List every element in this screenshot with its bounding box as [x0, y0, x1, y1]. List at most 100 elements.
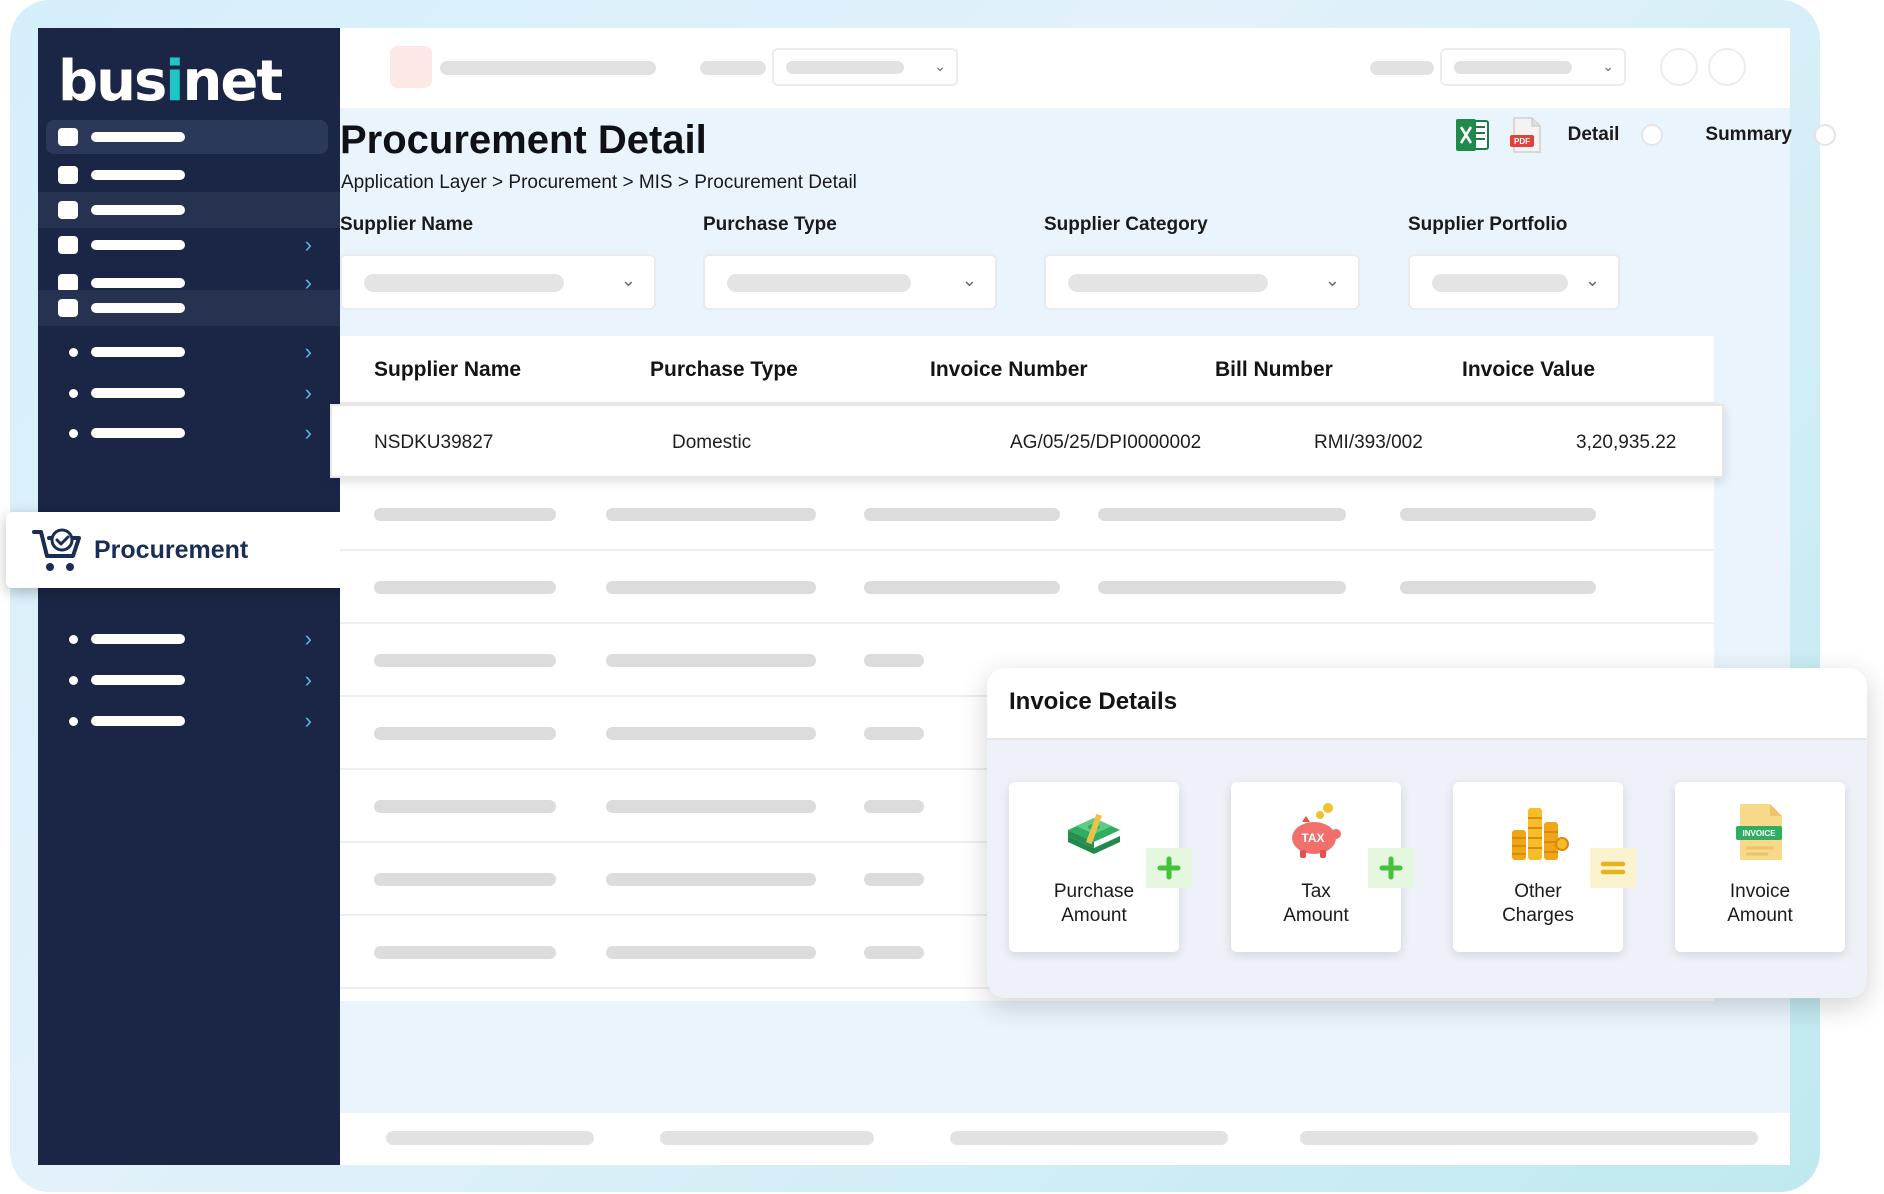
bottom-bar	[340, 1113, 1790, 1165]
cell-placeholder	[1098, 508, 1346, 521]
summary-radio[interactable]	[1814, 124, 1836, 146]
summary-label: Summary	[1705, 124, 1792, 145]
cell-placeholder	[374, 581, 556, 594]
top-dropdown[interactable]: ⌄	[1440, 48, 1626, 86]
label-placeholder	[700, 61, 766, 75]
cell-placeholder	[864, 873, 924, 886]
chevron-down-icon: ⌄	[961, 270, 977, 290]
invoice-details-panel: Invoice Details Purchase Amount TAX Tax …	[987, 668, 1867, 998]
supplier-name-select[interactable]: ⌄	[340, 254, 656, 310]
filter-label-supplier-portfolio: Supplier Portfolio	[1408, 214, 1568, 235]
cell-placeholder	[374, 727, 556, 740]
cell-placeholder	[374, 873, 556, 886]
cell-placeholder	[1400, 508, 1596, 521]
chevron-down-icon: ⌄	[620, 270, 636, 290]
sidebar-subitem[interactable]: ›	[46, 663, 328, 697]
filter-label-supplier-category: Supplier Category	[1044, 214, 1208, 235]
chevron-right-icon: ›	[304, 667, 312, 692]
column-header-purchase-type[interactable]: Purchase Type	[650, 358, 798, 382]
sidebar-subitem[interactable]: ›	[46, 622, 328, 656]
sidebar-item-label-placeholder	[91, 303, 185, 313]
sidebar-subitem[interactable]: ›	[46, 416, 328, 450]
tax-icon-text: TAX	[1301, 831, 1324, 845]
sidebar-item[interactable]: ›	[46, 228, 328, 262]
dropdown-value-placeholder	[786, 61, 904, 74]
column-header-invoice-number[interactable]: Invoice Number	[930, 358, 1088, 382]
cell-placeholder	[864, 946, 924, 959]
filter-label-supplier-name: Supplier Name	[340, 214, 474, 235]
sidebar-item[interactable]	[38, 192, 340, 228]
sidebar-subitem[interactable]: ›	[46, 335, 328, 369]
chevron-right-icon: ›	[304, 339, 312, 364]
select-value-placeholder	[1068, 274, 1268, 292]
sidebar-item-label-placeholder	[91, 170, 185, 180]
select-value-placeholder	[364, 274, 564, 292]
column-header-bill-number[interactable]: Bill Number	[1215, 358, 1333, 382]
sidebar-subitem[interactable]: ›	[46, 704, 328, 738]
sidebar: businet › › › › › › › ›	[38, 28, 340, 1165]
cell-placeholder	[864, 508, 1060, 521]
select-value-placeholder	[1432, 274, 1568, 292]
detail-radio[interactable]	[1641, 124, 1664, 146]
cell-purchase-type: Domestic	[672, 432, 752, 453]
bullet-icon	[69, 347, 78, 357]
businet-logo[interactable]: businet	[58, 46, 283, 116]
table-row[interactable]: NSDKU39827 Domestic AG/05/25/DPI0000002 …	[330, 404, 1724, 478]
column-header-supplier-name[interactable]: Supplier Name	[374, 358, 521, 382]
invoice-icon-text: INVOICE	[1743, 829, 1777, 838]
chevron-down-icon: ⌄	[1324, 270, 1340, 290]
breadcrumb[interactable]: Application Layer > Procurement > MIS > …	[341, 172, 857, 194]
sidebar-item-label-placeholder	[91, 278, 185, 288]
cell-placeholder	[374, 800, 556, 813]
footer-placeholder	[950, 1131, 1228, 1145]
cell-placeholder	[606, 581, 816, 594]
label-line: Charges	[1502, 905, 1574, 926]
sidebar-item-label-placeholder	[91, 347, 185, 357]
top-bar: ⌄ ⌄	[340, 28, 1790, 108]
cell-invoice-number: AG/05/25/DPI0000002	[1010, 432, 1202, 453]
shopping-cart-icon	[32, 528, 81, 571]
purchase-type-select[interactable]: ⌄	[703, 254, 997, 310]
dropdown-value-placeholder	[1454, 61, 1572, 74]
cell-placeholder	[374, 946, 556, 959]
sidebar-item-procurement[interactable]: Procurement	[6, 512, 352, 588]
detail-label: Detail	[1567, 124, 1620, 145]
sidebar-item[interactable]	[46, 158, 328, 192]
plus-icon	[1379, 856, 1403, 880]
plus-operator	[1146, 848, 1192, 888]
top-dropdown[interactable]: ⌄	[772, 48, 958, 86]
sidebar-subitem[interactable]: ›	[46, 376, 328, 410]
cell-placeholder	[864, 727, 924, 740]
chevron-down-icon: ⌄	[934, 58, 946, 74]
bullet-icon	[69, 634, 78, 644]
sidebar-item[interactable]	[38, 290, 340, 326]
title-placeholder	[440, 61, 656, 75]
chevron-down-icon: ⌄	[1602, 58, 1614, 74]
filter-label-purchase-type: Purchase Type	[703, 214, 837, 235]
cell-placeholder	[606, 654, 816, 667]
sidebar-item-label-placeholder	[91, 240, 185, 250]
cell-placeholder	[864, 581, 1060, 594]
invoice-document-icon: INVOICE	[1736, 804, 1782, 860]
pdf-icon[interactable]: PDF	[1508, 116, 1544, 154]
sidebar-item-label-placeholder	[91, 716, 185, 726]
notification-button[interactable]	[1660, 48, 1698, 86]
view-options: PDF Detail Summary	[1454, 116, 1836, 154]
plus-icon	[1157, 856, 1181, 880]
excel-icon[interactable]	[1454, 116, 1490, 154]
supplier-portfolio-select[interactable]: ⌄	[1408, 254, 1620, 310]
footer-placeholder	[386, 1131, 594, 1145]
footer-placeholder	[660, 1131, 874, 1145]
supplier-category-select[interactable]: ⌄	[1044, 254, 1360, 310]
cell-placeholder	[606, 727, 816, 740]
sidebar-item[interactable]	[46, 120, 328, 154]
invoice-amount-card[interactable]: INVOICE Invoice Amount	[1675, 782, 1845, 952]
menu-icon	[58, 299, 78, 317]
column-header-invoice-value[interactable]: Invoice Value	[1462, 358, 1595, 382]
profile-avatar[interactable]	[1708, 48, 1746, 86]
label-placeholder	[1370, 61, 1434, 75]
cell-placeholder	[374, 508, 556, 521]
chevron-right-icon: ›	[304, 420, 312, 445]
menu-icon	[58, 128, 78, 146]
equals-operator	[1590, 848, 1636, 888]
